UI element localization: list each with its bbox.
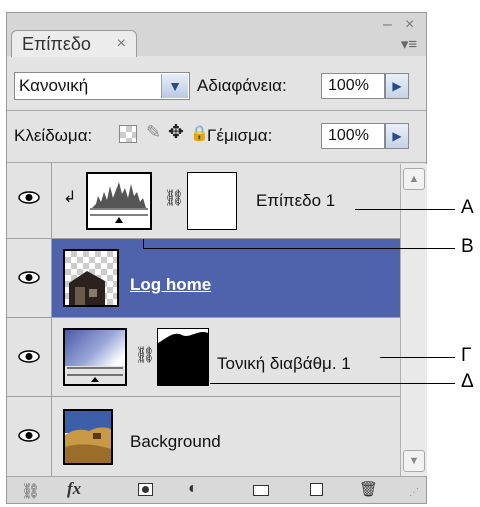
fill-label: Γέμισμα: — [207, 126, 273, 145]
mask-shape — [158, 329, 208, 343]
mask-icon[interactable] — [138, 483, 153, 496]
gradient-adjustment-thumbnail[interactable] — [63, 328, 127, 386]
visibility-cell[interactable] — [7, 163, 52, 238]
eye-icon — [18, 271, 40, 284]
callout-b: B — [461, 236, 474, 257]
background-thumbnail[interactable] — [63, 409, 113, 465]
link-icon[interactable]: ⛓ — [135, 345, 155, 365]
fill-input[interactable]: 100% — [321, 123, 385, 149]
lock-label: Κλείδωμα: — [14, 126, 93, 145]
landscape-image — [65, 411, 111, 463]
layer-thumbnail[interactable] — [63, 249, 119, 307]
layer-mask-thumbnail[interactable] — [187, 172, 237, 230]
scrollbar[interactable]: ▲ ▼ — [400, 164, 427, 476]
layer-name[interactable]: Background — [130, 432, 221, 452]
callout-line-b — [143, 248, 455, 249]
callout-c: Γ — [461, 345, 472, 366]
lock-all-icon[interactable]: 🔒 — [190, 124, 209, 142]
fx-icon[interactable]: fx — [67, 479, 81, 499]
fill-arrow-button[interactable]: ▶ — [385, 123, 409, 149]
callout-d: Δ — [461, 371, 474, 392]
opacity-input[interactable]: 100% — [321, 73, 385, 99]
callout-line-c — [380, 357, 455, 358]
layer-row[interactable]: Background — [7, 397, 400, 476]
lock-brush-icon[interactable]: ✎ — [146, 122, 161, 143]
histogram-icon — [90, 182, 148, 223]
opacity-label: Αδιαφάνεια: — [197, 76, 287, 95]
panel-toolbar: ⛓ fx ◐ 🗑 ⋰ — [7, 476, 426, 503]
scroll-up-button[interactable]: ▲ — [403, 168, 425, 190]
eye-icon — [18, 191, 40, 204]
lock-move-icon[interactable]: ✥ — [168, 121, 184, 144]
tab-close-icon[interactable]: × — [117, 31, 126, 57]
folder-icon[interactable] — [253, 485, 269, 496]
callout-a: A — [461, 197, 474, 218]
link-layers-icon[interactable]: ⛓ — [21, 482, 40, 500]
visibility-cell[interactable] — [7, 397, 52, 476]
layer-row[interactable]: Log home — [7, 239, 400, 318]
eye-icon — [18, 429, 40, 442]
layer-row[interactable]: ↲ ⛓ Επίπεδο 1 — [7, 163, 400, 239]
minimize-button[interactable]: – — [383, 16, 392, 34]
eye-icon — [18, 350, 40, 363]
visibility-cell[interactable] — [7, 318, 52, 396]
callout-line-a — [355, 209, 455, 210]
callout-line-b-vertical — [143, 239, 144, 248]
adjustment-icon[interactable]: ◐ — [188, 480, 198, 498]
panel-menu-button[interactable]: ▾≡ — [395, 36, 423, 54]
clip-arrow-icon: ↲ — [63, 189, 77, 206]
chevron-down-icon: ▼ — [161, 74, 188, 98]
layer-mask-thumbnail[interactable] — [157, 328, 209, 386]
visibility-cell[interactable] — [7, 239, 52, 317]
blend-mode-value: Κανονική — [19, 76, 89, 95]
divider — [7, 110, 426, 111]
gradient-icon — [65, 366, 125, 384]
tab-layers[interactable]: Επίπεδο × — [11, 30, 137, 57]
tab-label: Επίπεδο — [22, 34, 91, 54]
scroll-down-button[interactable]: ▼ — [403, 450, 425, 472]
close-button[interactable]: × — [405, 16, 414, 34]
layer-name[interactable]: Log home — [130, 275, 211, 295]
trash-icon[interactable]: 🗑 — [359, 480, 378, 498]
layer-row[interactable]: ⛓ Τονική διαβάθμ. 1 — [7, 318, 400, 397]
callout-line-d — [210, 383, 455, 384]
lock-transparent-icon[interactable] — [119, 125, 137, 143]
opacity-arrow-button[interactable]: ▶ — [385, 73, 409, 99]
link-icon[interactable]: ⛓ — [164, 188, 184, 208]
layer-name[interactable]: Τονική διαβάθμ. 1 — [217, 354, 351, 374]
log-home-image — [69, 271, 105, 305]
layer-name[interactable]: Επίπεδο 1 — [256, 191, 335, 211]
levels-adjustment-thumbnail[interactable] — [86, 172, 152, 230]
resize-grip-icon[interactable]: ⋰ — [409, 487, 419, 498]
blend-mode-select[interactable]: Κανονική ▼ — [14, 72, 190, 100]
new-layer-icon[interactable] — [310, 483, 323, 496]
